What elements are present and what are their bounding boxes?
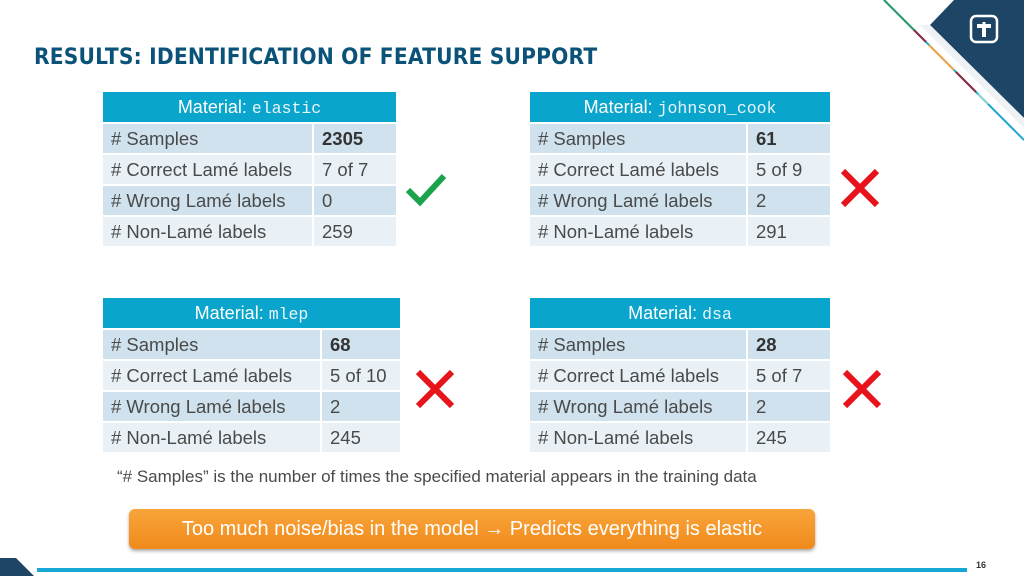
row-value: 7 of 7 [313,154,397,185]
row-value: 2 [747,185,831,216]
row-label: # Correct Lamé labels [529,154,747,185]
table-row: # Wrong Lamé labels 2 [102,391,401,422]
cross-icon [842,369,882,409]
row-label: # Samples [529,329,747,360]
row-value: 28 [747,329,831,360]
table-row: # Non-Lamé labels 245 [529,422,831,453]
row-value: 245 [747,422,831,453]
checkmark-icon [405,173,447,207]
material-name: elastic [251,98,322,118]
material-name: mlep [268,304,309,324]
table-header: Material: johnson_cook [529,91,831,123]
row-label: # Samples [102,329,321,360]
page-number: 16 [976,560,987,570]
sandia-thunderbird-logo-icon [969,14,999,44]
row-label: # Non-Lamé labels [529,216,747,247]
table-row: # Wrong Lamé labels 2 [529,185,831,216]
row-label: # Wrong Lamé labels [529,391,747,422]
table-row: # Wrong Lamé labels 2 [529,391,831,422]
row-label: # Correct Lamé labels [102,360,321,391]
material-table-johnson-cook: Material: johnson_cook # Samples 61 # Cor… [529,91,831,247]
row-value: 5 of 10 [321,360,401,391]
row-value: 2 [321,391,401,422]
row-value: 68 [321,329,401,360]
table-row: # Samples 68 [102,329,401,360]
row-value: 0 [313,185,397,216]
row-label: # Wrong Lamé labels [102,391,321,422]
cross-icon [415,369,455,409]
cross-icon [840,168,880,208]
row-label: # Non-Lamé labels [102,216,313,247]
material-table-dsa: Material: dsa # Samples 28 # Correct Lamé… [529,297,831,453]
row-value: 259 [313,216,397,247]
row-value: 291 [747,216,831,247]
row-label: # Wrong Lamé labels [102,185,313,216]
table-header: Material: dsa [529,297,831,329]
slide-title: RESULTS: IDENTIFICATION OF FEATURE SUPPO… [34,45,598,70]
row-value: 61 [747,123,831,154]
table-header: Material: mlep [102,297,401,329]
table-header: Material: elastic [102,91,397,123]
row-label: # Correct Lamé labels [102,154,313,185]
row-value: 5 of 7 [747,360,831,391]
conclusion-banner: Too much noise/bias in the model → Predi… [129,509,815,549]
row-label: # Correct Lamé labels [529,360,747,391]
material-table-mlep: Material: mlep # Samples 68 # Correct Lam… [102,297,401,453]
row-label: # Samples [529,123,747,154]
row-label: # Samples [102,123,313,154]
table-row: # Correct Lamé labels 5 of 10 [102,360,401,391]
row-value: 2 [747,391,831,422]
table-row: # Samples 2305 [102,123,397,154]
material-name: dsa [702,304,732,324]
table-row: # Samples 28 [529,329,831,360]
table-row: # Correct Lamé labels 5 of 7 [529,360,831,391]
table-row: # Non-Lamé labels 291 [529,216,831,247]
row-value: 5 of 9 [747,154,831,185]
footer-divider [37,568,967,572]
material-table-elastic: Material: elastic # Samples 2305 # Correc… [102,91,397,247]
material-name: johnson_cook [657,98,777,118]
row-value: 2305 [313,123,397,154]
table-row: # Correct Lamé labels 5 of 9 [529,154,831,185]
row-value: 245 [321,422,401,453]
table-row: # Wrong Lamé labels 0 [102,185,397,216]
table-row: # Samples 61 [529,123,831,154]
table-row: # Non-Lamé labels 259 [102,216,397,247]
table-row: # Non-Lamé labels 245 [102,422,401,453]
bottom-corner-decoration [0,558,34,576]
row-label: # Non-Lamé labels [529,422,747,453]
table-row: # Correct Lamé labels 7 of 7 [102,154,397,185]
row-label: # Non-Lamé labels [102,422,321,453]
footnote: “# Samples” is the number of times the s… [117,467,757,486]
corner-decoration [883,0,1024,141]
row-label: # Wrong Lamé labels [529,185,747,216]
